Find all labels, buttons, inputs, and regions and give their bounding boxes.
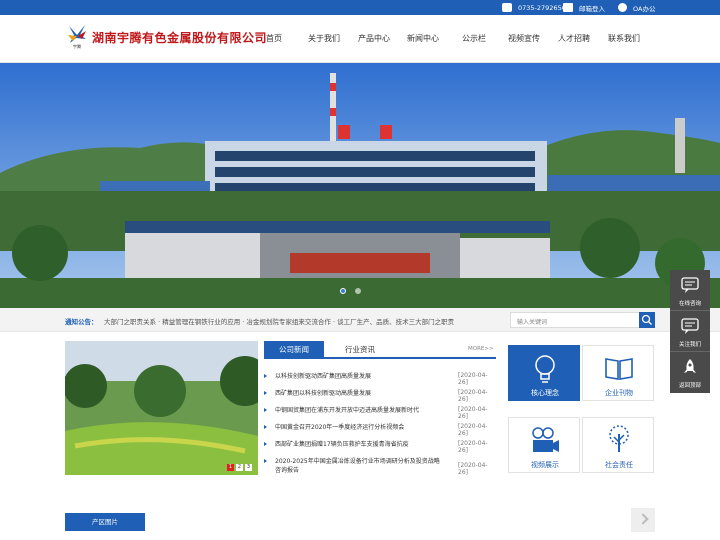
news-tabs: 公司新闻 行业资讯	[264, 341, 496, 359]
tile-publication[interactable]: 企业刊物	[582, 345, 654, 401]
news-date: [2020-04-26]	[458, 440, 488, 454]
hero-factory-image	[0, 63, 720, 308]
news-title[interactable]: 西矿集团以科技创新驱动高质量发展	[275, 389, 445, 398]
news-date: [2020-04-26]	[458, 462, 488, 476]
video-camera-icon	[532, 427, 559, 452]
sidebar-item-label: 在线咨询	[678, 301, 701, 307]
mail-login-label: 邮箱登入	[579, 4, 605, 13]
news-title[interactable]: 中国黄金召开2020年一季度经济运行分析视频会	[275, 423, 445, 432]
nav-item-contact[interactable]: 联系我们	[608, 33, 640, 44]
phone-icon	[502, 3, 512, 12]
main-nav: 首页 关于我们 产品中心 新闻中心 公示栏 视频宣传 人才招聘 联系我们	[0, 33, 720, 47]
news-date: [2020-04-26]	[458, 389, 488, 403]
bullet-icon	[264, 391, 267, 395]
phone-number: 0735-2792656	[518, 3, 566, 12]
nav-item-video[interactable]: 视频宣传	[508, 33, 540, 44]
notice-bar: 通知公告： 大部门之职责关系 · 精益管理在钢铁行业的应用 · 冶金规划院专家组…	[0, 308, 720, 332]
news-title[interactable]: 中钢国贸集团在浦东开发开放中迈进高质量发展新时代	[275, 406, 445, 415]
search-icon	[641, 314, 652, 325]
news-title[interactable]: 2020-2025年中国金属冶炼设备行业市场调研分析及投资战略咨询报告	[275, 457, 445, 475]
banner-dot-2[interactable]	[355, 288, 361, 294]
nav-item-products[interactable]: 产品中心	[358, 33, 390, 44]
pager-item-2[interactable]: 2	[236, 464, 243, 471]
message-icon	[681, 318, 699, 334]
hero-banner[interactable]	[0, 63, 720, 308]
nav-item-bulletin[interactable]: 公示栏	[462, 33, 486, 44]
tile-label: 企业刊物	[605, 389, 633, 397]
bullet-icon	[264, 408, 267, 412]
tree-icon	[609, 425, 629, 452]
news-date: [2020-04-26]	[458, 423, 488, 437]
news-date: [2020-04-26]	[458, 372, 488, 386]
nav-item-home[interactable]: 首页	[266, 33, 282, 44]
tile-social-responsibility[interactable]: 社会责任	[582, 417, 654, 473]
oa-link[interactable]: OA办公	[618, 0, 655, 15]
pager-item-3[interactable]: 3	[245, 464, 252, 471]
top-bar: 0735-2792656 邮箱登入 OA办公	[0, 0, 720, 15]
tab-industry-news[interactable]: 行业资讯	[330, 341, 390, 359]
tile-video[interactable]: 视频展示	[508, 417, 580, 473]
tile-core-values[interactable]: 核心理念	[508, 345, 580, 401]
tile-label: 视频展示	[531, 461, 559, 469]
sidebar-item-back-to-top[interactable]: 返回顶部	[670, 352, 710, 393]
chat-icon	[681, 277, 699, 293]
banner-dots	[340, 288, 361, 294]
sidebar-item-label: 关注我们	[678, 342, 701, 348]
search-button[interactable]	[639, 312, 655, 328]
notice-marquee[interactable]: 大部门之职责关系 · 精益管理在钢铁行业的应用 · 冶金规划院专家组来交流合作 …	[104, 316, 457, 326]
phone-group: 0735-2792656	[502, 0, 566, 15]
sidebar-item-follow[interactable]: 关注我们	[670, 311, 710, 352]
bullet-icon	[264, 459, 267, 463]
bullet-icon	[264, 374, 267, 378]
nav-item-careers[interactable]: 人才招聘	[558, 33, 590, 44]
bullet-icon	[264, 442, 267, 446]
photo-pager: 1 2 3	[227, 464, 252, 471]
tab-company-news[interactable]: 公司新闻	[264, 341, 324, 359]
nav-item-news[interactable]: 新闻中心	[407, 33, 439, 44]
tile-label: 核心理念	[531, 389, 559, 397]
notice-label: 通知公告：	[65, 318, 98, 326]
book-icon	[605, 358, 633, 380]
rocket-icon	[684, 359, 696, 373]
news-title[interactable]: 西部矿业集团捐赠17辆负压救护车支援青海省抗疫	[275, 440, 445, 449]
search-input[interactable]: 输入关键词	[510, 312, 640, 328]
tile-label: 社会责任	[605, 461, 633, 469]
news-photo[interactable]: 1 2 3	[65, 341, 258, 475]
floating-sidebar: 在线咨询 关注我们 返回顶部	[670, 270, 710, 393]
more-link[interactable]: MORE>>	[468, 346, 494, 352]
nav-item-about[interactable]: 关于我们	[308, 33, 340, 44]
mail-icon	[563, 3, 573, 12]
oa-label: OA办公	[633, 4, 656, 13]
lightbulb-icon	[535, 355, 555, 383]
banner-dot-1[interactable]	[340, 288, 346, 294]
oa-icon	[618, 3, 627, 12]
news-title[interactable]: 以科技创新驱动西矿集团高质量发展	[275, 372, 445, 381]
news-photo-image	[65, 341, 258, 475]
pager-item-1[interactable]: 1	[227, 464, 234, 471]
news-date: [2020-04-26]	[458, 406, 488, 420]
sidebar-item-label: 返回顶部	[678, 383, 701, 389]
bullet-icon	[264, 425, 267, 429]
products-button[interactable]: 产区图片	[65, 513, 145, 531]
sidebar-item-online-consult[interactable]: 在线咨询	[670, 270, 710, 311]
mail-login-link[interactable]: 邮箱登入	[563, 0, 605, 15]
next-arrow-icon[interactable]	[631, 508, 655, 532]
header: 宇腾 湖南宇腾有色金属股份有限公司 首页 关于我们 产品中心 新闻中心 公示栏 …	[0, 15, 720, 63]
